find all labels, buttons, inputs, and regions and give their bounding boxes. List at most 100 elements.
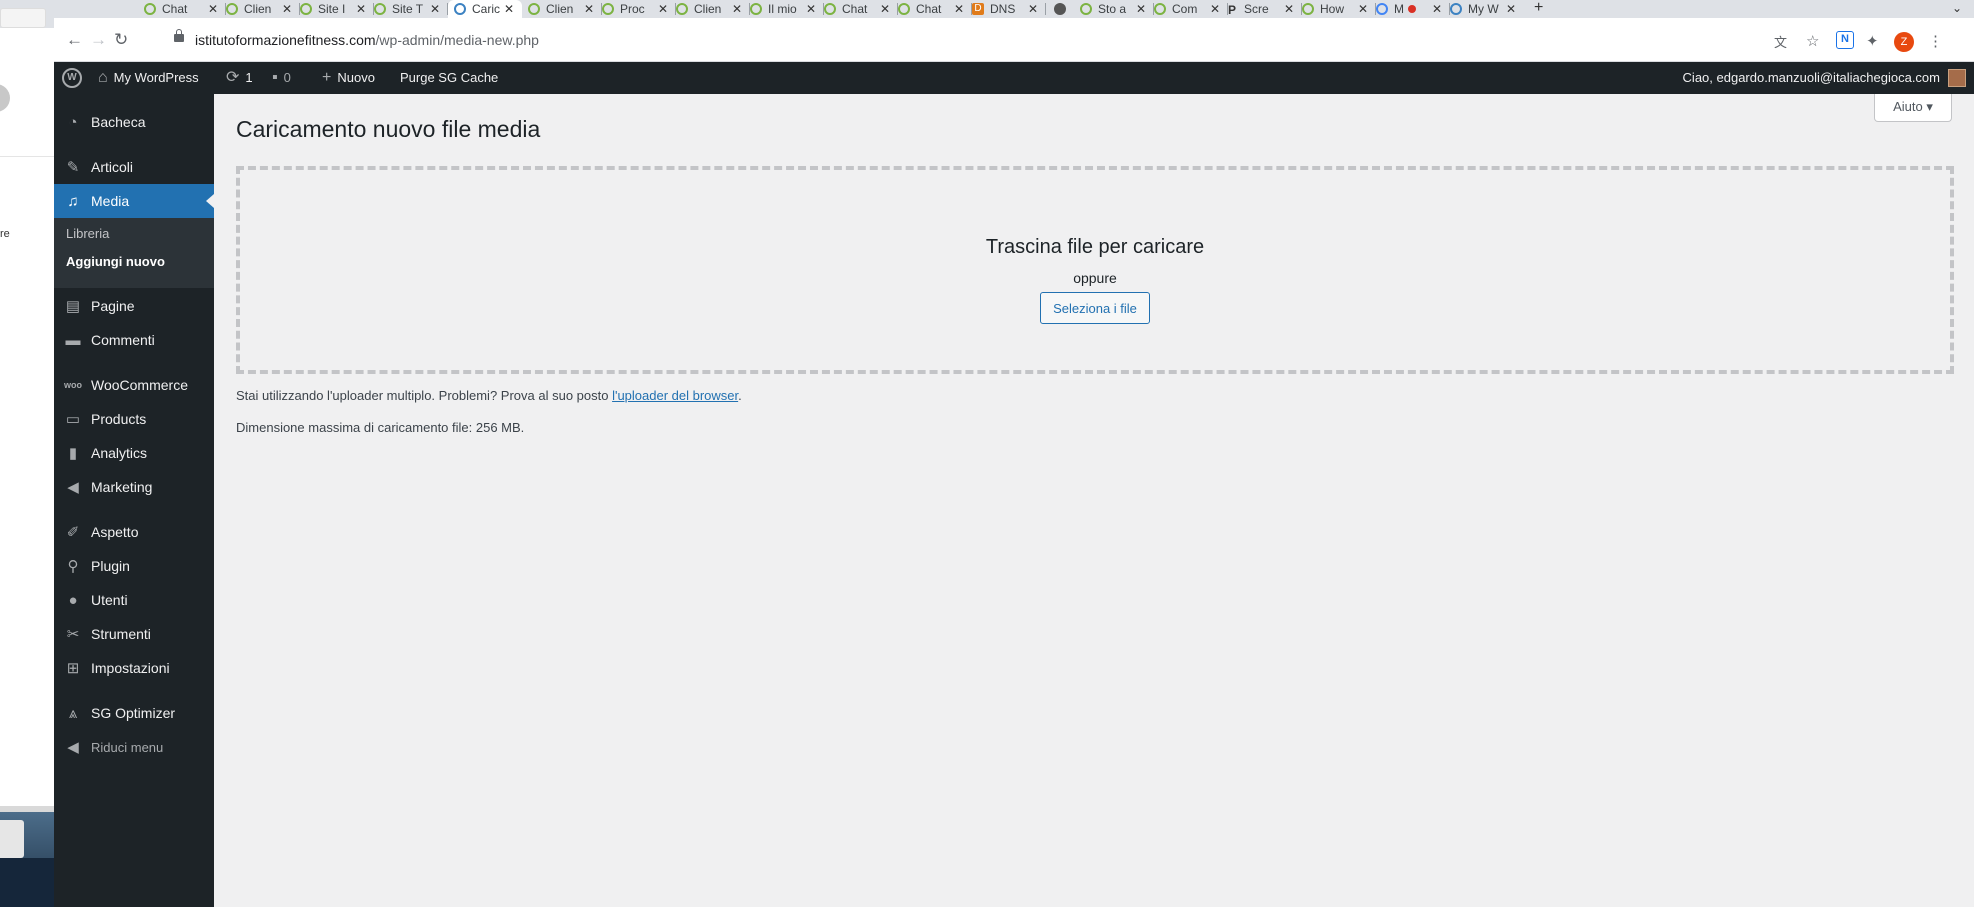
close-tab-icon[interactable]: ✕ — [954, 2, 964, 16]
close-tab-icon[interactable]: ✕ — [732, 2, 742, 16]
close-tab-icon[interactable]: ✕ — [356, 2, 366, 16]
browser-tab[interactable]: My W ✕ — [1450, 0, 1524, 18]
close-tab-icon[interactable]: ✕ — [1210, 2, 1220, 16]
sidebar-item-label: Aspetto — [91, 524, 139, 540]
browser-tab[interactable]: Com ✕ — [1154, 0, 1228, 18]
trash-icon[interactable] — [0, 820, 24, 858]
new-label: Nuovo — [337, 70, 375, 85]
bookmark-star-icon[interactable]: ☆ — [1806, 32, 1819, 50]
submenu-item-aggiungi-nuovo[interactable]: Aggiungi nuovo — [66, 254, 165, 269]
close-tab-icon[interactable]: ✕ — [658, 2, 668, 16]
browser-tab[interactable]: Chat ✕ — [898, 0, 972, 18]
select-files-button[interactable]: Seleziona i file — [1040, 292, 1150, 324]
browser-tab[interactable]: Proc ✕ — [602, 0, 676, 18]
forward-icon[interactable]: → — [90, 30, 107, 50]
close-tab-icon[interactable]: ✕ — [1506, 2, 1516, 16]
reload-icon[interactable]: ↻ — [114, 30, 128, 50]
sidebar-item-media[interactable]: ♫ Media — [54, 184, 214, 218]
settings-icon: ⊞ — [66, 660, 80, 677]
sidebar-item-label: WooCommerce — [91, 377, 188, 393]
sidebar-item-products[interactable]: ▭ Products — [54, 402, 214, 436]
sidebar-item-utenti[interactable]: ● Utenti — [54, 583, 214, 617]
sidebar-item-strumenti[interactable]: ✂ Strumenti — [54, 617, 214, 651]
close-tab-icon[interactable]: ✕ — [504, 2, 514, 16]
browser-tab-active[interactable]: Caric ✕ — [448, 0, 522, 18]
tab-label: Chat — [916, 2, 942, 16]
close-tab-icon[interactable]: ✕ — [1284, 2, 1294, 16]
max-upload-size-note: Dimensione massima di caricamento file: … — [236, 420, 525, 435]
browser-tab[interactable]: P Scre ✕ — [1228, 0, 1302, 18]
sidebar-item-bacheca[interactable]: ◔ Bacheca — [54, 105, 214, 139]
sidebar-item-pagine[interactable]: ▤ Pagine — [54, 289, 214, 323]
new-tab-button[interactable]: + — [1534, 0, 1543, 17]
extensions-puzzle-icon[interactable]: ✦ — [1866, 32, 1879, 50]
tab-search-icon[interactable]: ⌄ — [1952, 1, 1962, 15]
avatar[interactable] — [1948, 69, 1966, 87]
browser-tab[interactable]: Il mio ✕ — [750, 0, 824, 18]
submenu-item-libreria[interactable]: Libreria — [66, 226, 109, 241]
browser-tab-pinned[interactable] — [1054, 0, 1080, 18]
browser-tab[interactable]: Clien ✕ — [528, 0, 602, 18]
sidebar-item-plugin[interactable]: ⚲ Plugin — [54, 549, 214, 583]
collapse-menu-button[interactable]: ◀ Riduci menu — [54, 730, 214, 764]
uploader-note-prefix: Stai utilizzando l'uploader multiplo. Pr… — [236, 388, 613, 403]
translate-icon[interactable]: 文 — [1774, 32, 1787, 51]
updates-icon: ⟳ — [226, 69, 240, 86]
wordpress-favicon-icon — [454, 3, 466, 15]
browser-tab[interactable]: Site I ✕ — [300, 0, 374, 18]
profile-avatar[interactable]: Z — [1894, 32, 1914, 52]
wp-logo-menu[interactable]: W — [62, 62, 82, 94]
browser-tab[interactable]: M ✕ — [1376, 0, 1450, 18]
comments-menu[interactable]: ▪ 0 — [272, 62, 291, 94]
tab-label: Proc — [620, 2, 645, 16]
browser-menu-icon[interactable]: ⋮ — [1928, 32, 1943, 50]
purge-sg-cache-button[interactable]: Purge SG Cache — [400, 62, 498, 94]
account-menu[interactable]: Ciao, edgardo.manzuoli@italiachegioca.co… — [1683, 62, 1940, 94]
background-window: re — [0, 0, 54, 907]
sidebar-item-articoli[interactable]: ✎ Articoli — [54, 150, 214, 184]
browser-tab[interactable]: How ✕ — [1302, 0, 1376, 18]
browser-tab[interactable]: Sto a ✕ — [1080, 0, 1154, 18]
close-tab-icon[interactable]: ✕ — [584, 2, 594, 16]
browser-tab[interactable]: Chat ✕ — [824, 0, 898, 18]
browser-tab[interactable]: Chat ✕ — [144, 0, 226, 18]
close-tab-icon[interactable]: ✕ — [1028, 2, 1038, 16]
desktop-dock-bottom — [0, 858, 54, 907]
lock-icon[interactable] — [174, 29, 184, 42]
close-tab-icon[interactable]: ✕ — [1358, 2, 1368, 16]
tab-label: Com — [1172, 2, 1198, 16]
plus-icon: + — [322, 69, 332, 86]
sidebar-item-aspetto[interactable]: ✐ Aspetto — [54, 515, 214, 549]
close-tab-icon[interactable]: ✕ — [208, 2, 218, 16]
pages-icon: ▤ — [65, 298, 81, 315]
close-tab-icon[interactable]: ✕ — [282, 2, 292, 16]
updates-menu[interactable]: ⟳ 1 — [226, 62, 253, 94]
sidebar-item-impostazioni[interactable]: ⊞ Impostazioni — [54, 651, 214, 685]
browser-tab[interactable]: D DNS ✕ — [972, 0, 1046, 18]
close-tab-icon[interactable]: ✕ — [806, 2, 816, 16]
sidebar-item-sg-optimizer[interactable]: ⩓ SG Optimizer — [54, 696, 214, 730]
sidebar-item-analytics[interactable]: ▮ Analytics — [54, 436, 214, 470]
site-name-menu[interactable]: ⌂ My WordPress — [98, 62, 199, 94]
close-tab-icon[interactable]: ✕ — [1136, 2, 1146, 16]
tab-label: DNS — [990, 2, 1016, 16]
tab-label: Chat — [162, 2, 188, 16]
browser-tab[interactable]: Clien ✕ — [676, 0, 750, 18]
sidebar-item-marketing[interactable]: ◀ Marketing — [54, 470, 214, 504]
collapse-arrow-icon: ◀ — [67, 739, 79, 756]
new-content-menu[interactable]: + Nuovo — [322, 62, 375, 94]
back-icon[interactable]: ← — [66, 30, 83, 50]
drop-zone[interactable]: Trascina file per caricare oppure Selezi… — [236, 166, 1954, 374]
close-tab-icon[interactable]: ✕ — [880, 2, 890, 16]
sidebar-item-woocommerce[interactable]: woo WooCommerce — [54, 368, 214, 402]
close-tab-icon[interactable]: ✕ — [1432, 2, 1442, 16]
extension-n-icon[interactable]: N — [1836, 31, 1854, 49]
browser-uploader-link[interactable]: l'uploader del browser — [612, 388, 738, 403]
browser-tab[interactable]: Clien ✕ — [226, 0, 300, 18]
site-name: My WordPress — [113, 70, 199, 85]
close-tab-icon[interactable]: ✕ — [430, 2, 440, 16]
browser-tab[interactable]: Site T ✕ — [374, 0, 448, 18]
address-bar[interactable]: istitutoformazionefitness.com/wp-admin/m… — [195, 32, 539, 48]
help-tab-button[interactable]: Aiuto ▾ — [1874, 94, 1952, 122]
sidebar-item-commenti[interactable]: ▬ Commenti — [54, 323, 214, 357]
